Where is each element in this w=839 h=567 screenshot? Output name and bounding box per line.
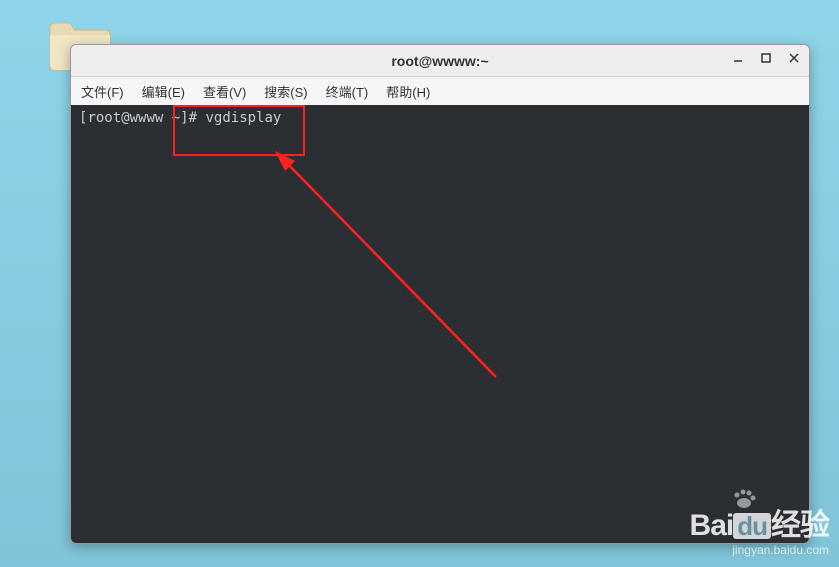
watermark-brand-box: du — [733, 513, 771, 539]
annotation-arrow — [231, 147, 511, 397]
watermark-url: jingyan.baidu.com — [690, 543, 829, 557]
prompt-user: root@wwww — [87, 110, 163, 126]
window-title: root@wwww:~ — [391, 53, 488, 69]
menu-edit[interactable]: 编辑(E) — [140, 80, 187, 103]
terminal-body[interactable]: [root@wwww ~]# vgdisplay — [71, 105, 809, 543]
watermark-logo: Baidu经验 — [690, 511, 829, 541]
menu-search[interactable]: 搜索(S) — [262, 80, 309, 103]
menu-view[interactable]: 查看(V) — [201, 80, 248, 103]
menu-file[interactable]: 文件(F) — [79, 80, 126, 103]
terminal-command: vgdisplay — [205, 110, 281, 126]
terminal-window: root@wwww:~ 文件(F) 编辑(E) 查看(V) 搜索(S) 终端(T… — [70, 44, 810, 544]
menu-help[interactable]: 帮助(H) — [384, 80, 432, 103]
prompt-path: ~ — [172, 110, 180, 126]
watermark-brand-prefix: Bai — [690, 509, 734, 542]
window-controls — [729, 49, 803, 67]
watermark-brand-suffix: 经验 — [771, 509, 829, 542]
maximize-button[interactable] — [757, 49, 775, 67]
close-button[interactable] — [785, 49, 803, 67]
menubar: 文件(F) 编辑(E) 查看(V) 搜索(S) 终端(T) 帮助(H) — [71, 77, 809, 105]
titlebar[interactable]: root@wwww:~ — [71, 45, 809, 77]
terminal-prompt-line: [root@wwww ~]# vgdisplay — [79, 110, 801, 126]
minimize-button[interactable] — [729, 49, 747, 67]
prompt-symbol: # — [189, 110, 197, 126]
menu-terminal[interactable]: 终端(T) — [324, 80, 371, 103]
watermark: Baidu经验 jingyan.baidu.com — [690, 511, 829, 557]
